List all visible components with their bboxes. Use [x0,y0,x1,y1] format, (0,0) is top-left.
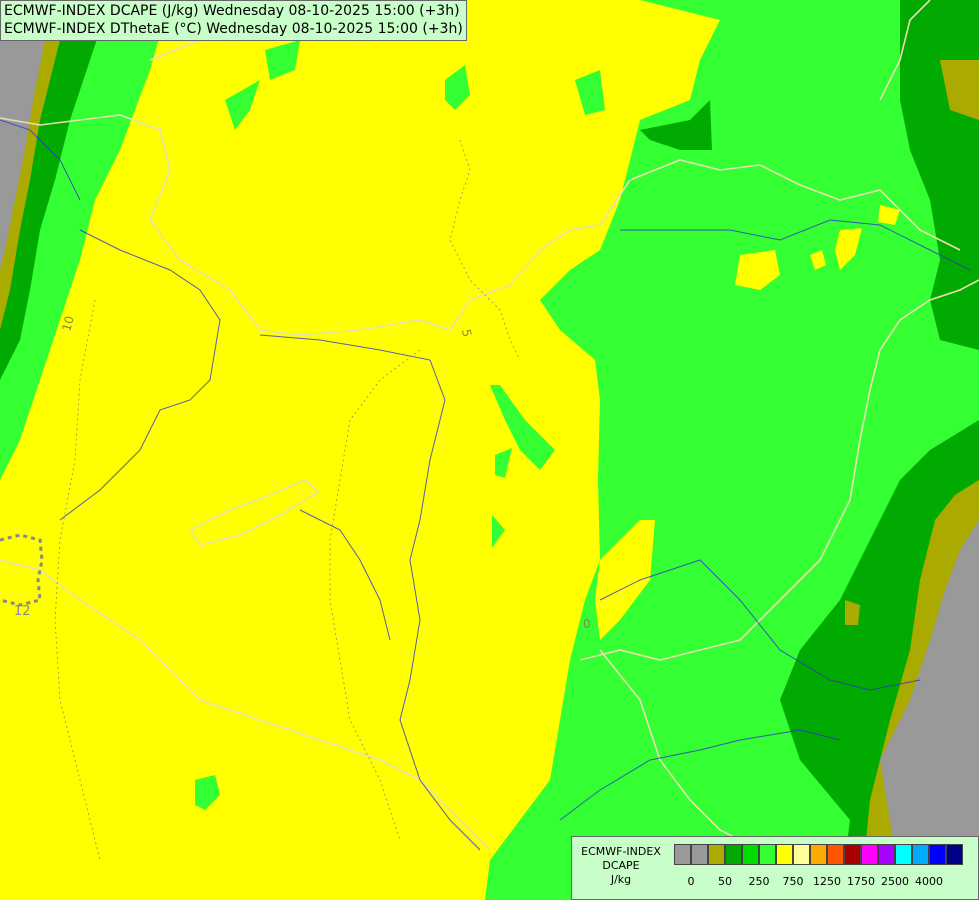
legend-tick-label: 0 [687,875,695,888]
legend-title-line-2: DCAPE [602,859,640,872]
legend-swatch [946,844,963,865]
legend-swatch [912,844,929,865]
legend-swatch [793,844,810,865]
legend-tick-label: 1750 [847,875,875,888]
legend-swatches [674,844,963,865]
legend-tick-label: 250 [748,875,770,888]
map-title-line-dthetae: ECMWF-INDEX DThetaE (°C) Wednesday 08-10… [4,21,463,37]
map-title-box: ECMWF-INDEX DCAPE (J/kg) Wednesday 08-10… [0,0,467,41]
legend-ticks: 0 50 250 750 1250 1750 2500 4000 [674,875,974,889]
legend-title: ECMWF-INDEX DCAPE J/kg [575,845,667,887]
legend-swatch [725,844,742,865]
legend-title-line-3: J/kg [610,873,632,886]
legend-tick-label: 1250 [813,875,841,888]
color-legend: ECMWF-INDEX DCAPE J/kg 0 50 250 750 1250 1750… [571,836,979,900]
legend-tick-label: 50 [718,875,732,888]
legend-tick-label: 2500 [881,875,909,888]
contour-label-0: 0 [583,617,591,631]
legend-swatch [674,844,691,865]
legend-swatch [776,844,793,865]
legend-swatch [691,844,708,865]
dcape-map: 10 5 12 0 [0,0,979,900]
map-title-line-dcape: ECMWF-INDEX DCAPE (J/kg) Wednesday 08-10… [4,3,460,19]
legend-tick-label: 4000 [915,875,943,888]
legend-swatch [708,844,725,865]
legend-swatch [844,844,861,865]
legend-swatch [742,844,759,865]
legend-tick-label: 750 [782,875,804,888]
legend-swatch [878,844,895,865]
legend-swatch [810,844,827,865]
legend-swatch [861,844,878,865]
contour-label-12: 12 [14,604,31,619]
legend-title-line-1: ECMWF-INDEX [581,845,661,858]
legend-swatch [895,844,912,865]
legend-swatch [827,844,844,865]
legend-swatch [759,844,776,865]
legend-swatch [929,844,946,865]
